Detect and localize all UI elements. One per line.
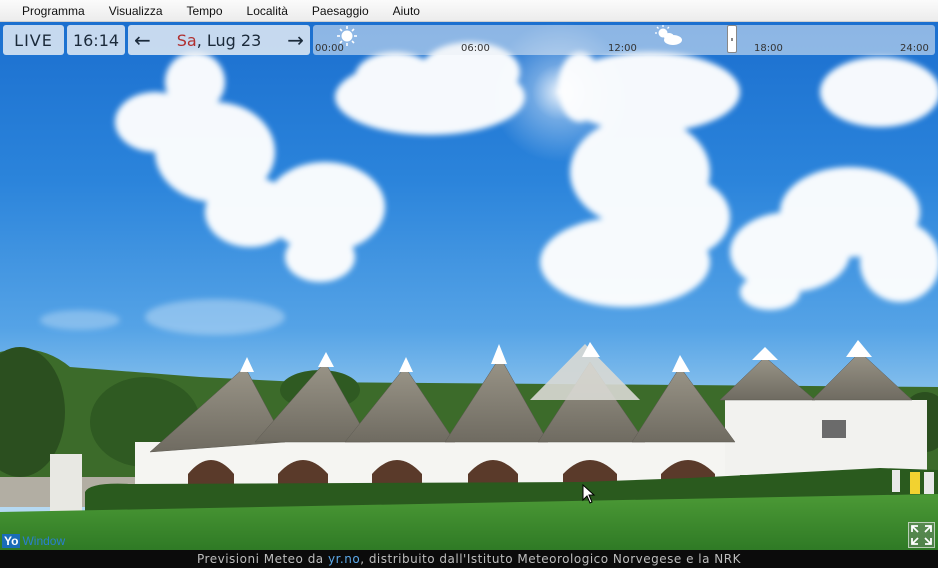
menu-bar: Programma Visualizza Tempo Località Paes… — [0, 0, 938, 22]
tick-label: 06:00 — [461, 43, 490, 54]
expand-icon — [911, 525, 932, 545]
yowindow-logo[interactable]: Yo Window — [2, 533, 65, 549]
clouds — [40, 42, 938, 335]
current-time: 16:14 — [67, 25, 125, 55]
date-navigator: ← Sa, Lug 23 → — [128, 25, 310, 55]
control-bar: LIVE 16:14 ← Sa, Lug 23 → 00:00 06:00 12… — [3, 25, 935, 55]
credit-prefix: Previsioni Meteo da — [197, 552, 328, 566]
menu-tempo[interactable]: Tempo — [175, 0, 235, 22]
arrow-right-icon[interactable]: → — [287, 30, 304, 50]
menu-localita[interactable]: Località — [235, 0, 300, 22]
menu-paesaggio[interactable]: Paesaggio — [300, 0, 381, 22]
tick-label: 24:00 — [900, 43, 929, 54]
credit-suffix: , distribuito dall'Istituto Meteorologic… — [360, 552, 741, 566]
menu-visualizza[interactable]: Visualizza — [97, 0, 175, 22]
fullscreen-button[interactable] — [908, 522, 935, 548]
logo-rest: Window — [22, 534, 66, 548]
day-label: Sa — [176, 30, 197, 50]
timeline-slider[interactable]: 00:00 06:00 12:00 18:00 24:00 — [313, 25, 935, 55]
landscape-illustration — [0, 22, 938, 550]
tick-label: 12:00 — [608, 43, 637, 54]
live-button[interactable]: LIVE — [3, 25, 64, 55]
mouse-cursor-icon — [582, 484, 596, 504]
menu-aiuto[interactable]: Aiuto — [381, 0, 432, 22]
date-text: , Lug 23 — [196, 30, 262, 50]
arrow-left-icon[interactable]: ← — [134, 30, 151, 50]
menu-programma[interactable]: Programma — [10, 0, 97, 22]
timeline-handle[interactable] — [727, 25, 737, 53]
yrno-link[interactable]: yr.no — [328, 552, 360, 566]
sun-icon — [337, 26, 357, 46]
partly-cloudy-icon — [655, 25, 682, 45]
credit-footer: Previsioni Meteo da yr.no, distribuito d… — [0, 550, 938, 568]
date-label: Sa, Lug 23 — [177, 31, 262, 50]
tick-label: 18:00 — [754, 43, 783, 54]
logo-yo: Yo — [2, 534, 21, 548]
weather-scene — [0, 22, 938, 550]
